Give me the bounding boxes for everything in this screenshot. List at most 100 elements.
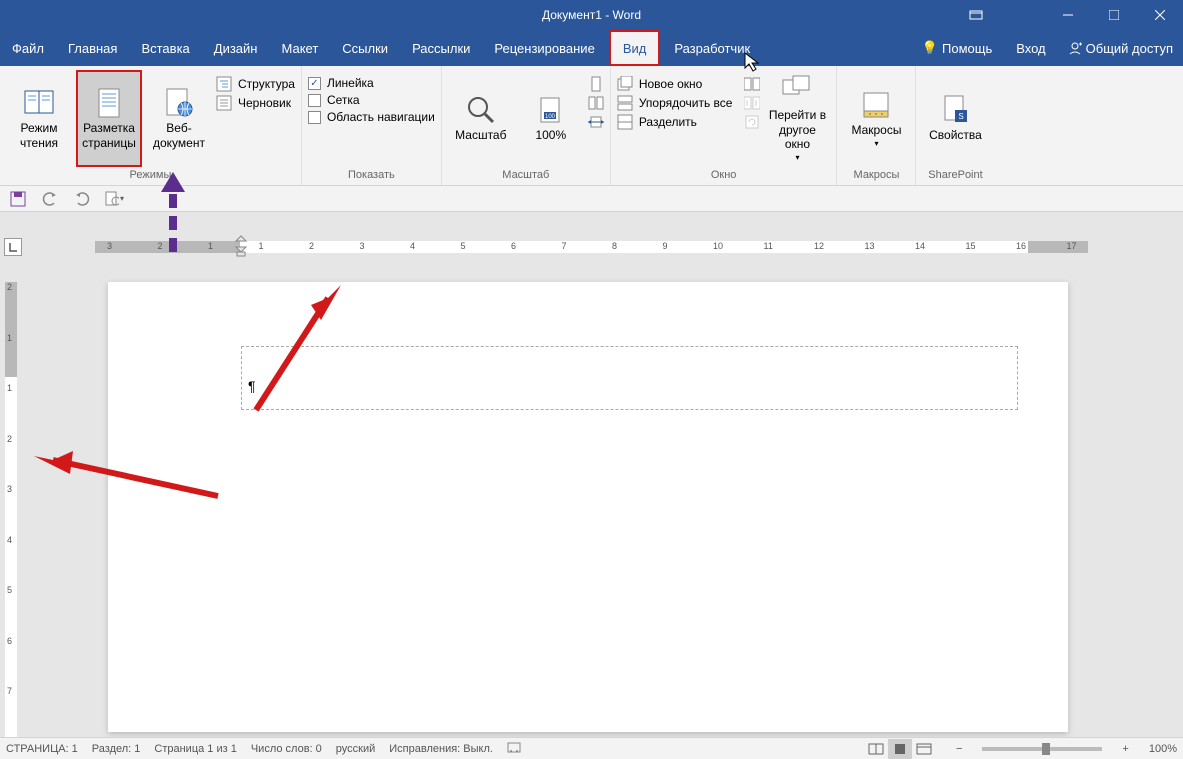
status-page-of[interactable]: Страница 1 из 1 (154, 743, 236, 755)
sync-scroll-button[interactable] (744, 95, 760, 111)
outline-button[interactable]: Структура (216, 76, 295, 92)
properties-button[interactable]: S Свойства (922, 70, 988, 167)
share-icon (1068, 41, 1082, 55)
side-by-side-button[interactable] (744, 76, 760, 92)
ribbon-options-icon (969, 10, 983, 20)
horizontal-ruler[interactable]: 3211234567891011121314151617 (95, 238, 1088, 256)
tell-me-button[interactable]: 💡 Помощь (910, 30, 1004, 66)
redo-icon (74, 191, 90, 207)
save-button[interactable] (8, 189, 28, 209)
web-layout-view-button[interactable] (912, 739, 936, 759)
new-window-button[interactable]: Новое окно (617, 76, 733, 92)
print-preview-icon (104, 191, 119, 207)
status-language[interactable]: русский (336, 743, 375, 755)
indent-marker-icon[interactable] (235, 235, 247, 257)
share-button[interactable]: Общий доступ (1058, 30, 1183, 66)
macro-record-icon (507, 740, 521, 754)
svg-text:100: 100 (545, 114, 556, 120)
multi-page-button[interactable] (588, 95, 604, 111)
ruler-number: 2 (309, 241, 314, 251)
ribbon-group-zoom: Масштаб 100 100% Масштаб (442, 66, 611, 185)
switch-windows-button[interactable]: Перейти в другое окно ▾ (764, 70, 830, 167)
zoom-100-button[interactable]: 100 100% (518, 70, 584, 167)
tab-developer[interactable]: Разработчик (662, 30, 762, 66)
split-button[interactable]: Разделить (617, 114, 733, 130)
zoom-slider[interactable] (982, 747, 1102, 751)
print-layout-label: Разметка страницы (80, 121, 138, 150)
tab-file[interactable]: Файл (0, 30, 56, 66)
one-page-button[interactable] (588, 76, 604, 92)
ruler-number: 1 (208, 241, 213, 251)
ruler-checkbox[interactable]: Линейка (308, 76, 435, 90)
ruler-number: 2 (7, 434, 12, 444)
tab-home[interactable]: Главная (56, 30, 129, 66)
chevron-down-icon: ▾ (874, 139, 878, 149)
vertical-ruler[interactable]: 211234567 (0, 282, 22, 737)
status-word-count[interactable]: Число слов: 0 (251, 743, 322, 755)
arrange-all-button[interactable]: Упорядочить все (617, 95, 733, 111)
zoom-thumb[interactable] (1042, 743, 1050, 755)
split-label: Разделить (639, 115, 697, 129)
document-area: 3211234567891011121314151617 211234567 ¶ (0, 212, 1183, 737)
status-page[interactable]: СТРАНИЦА: 1 (6, 743, 78, 755)
share-label: Общий доступ (1086, 41, 1173, 56)
draft-button[interactable]: Черновик (216, 95, 295, 111)
navpane-checkbox[interactable]: Область навигации (308, 110, 435, 124)
close-icon (1155, 10, 1165, 20)
ruler-number: 9 (663, 241, 668, 251)
redo-button[interactable] (72, 189, 92, 209)
macros-button[interactable]: Макросы ▾ (843, 70, 909, 167)
close-button[interactable] (1137, 0, 1183, 30)
gridlines-checkbox[interactable]: Сетка (308, 93, 435, 107)
document-page[interactable]: ¶ (108, 282, 1068, 732)
maximize-button[interactable] (1091, 0, 1137, 30)
chevron-down-icon: ▾ (795, 153, 799, 163)
tab-view[interactable]: Вид (609, 30, 661, 66)
zoom-in-button[interactable]: + (1116, 743, 1134, 755)
zoom-level[interactable]: 100% (1149, 743, 1177, 755)
header-area[interactable] (241, 346, 1018, 410)
ribbon-group-views: Режим чтения Разметка страницы Веб-докум… (0, 66, 302, 185)
reset-window-button[interactable] (744, 114, 760, 130)
tab-mailings[interactable]: Рассылки (400, 30, 482, 66)
web-layout-button[interactable]: Веб-документ (146, 70, 212, 167)
macro-record-button[interactable] (507, 740, 521, 757)
read-mode-view-button[interactable] (864, 739, 888, 759)
checkbox-icon (308, 77, 321, 90)
print-preview-button[interactable]: ▾ (104, 189, 124, 209)
ruler-number: 3 (107, 241, 112, 251)
print-layout-button[interactable]: Разметка страницы (76, 70, 142, 167)
status-section[interactable]: Раздел: 1 (92, 743, 141, 755)
ribbon-group-show: Линейка Сетка Область навигации Показать (302, 66, 442, 185)
new-window-label: Новое окно (639, 77, 703, 91)
ruler-number: 15 (966, 241, 976, 251)
undo-button[interactable] (40, 189, 60, 209)
page-width-button[interactable] (588, 114, 604, 130)
tab-layout[interactable]: Макет (269, 30, 330, 66)
sharepoint-group-label: SharePoint (922, 167, 988, 185)
tab-selector[interactable] (4, 238, 22, 256)
status-track-changes[interactable]: Исправления: Выкл. (389, 743, 493, 755)
tab-design[interactable]: Дизайн (202, 30, 270, 66)
zoom-out-button[interactable]: − (950, 743, 968, 755)
zoom-button[interactable]: Масштаб (448, 70, 514, 167)
chevron-down-icon: ▾ (120, 194, 124, 203)
ribbon-display-options-button[interactable] (953, 0, 999, 30)
macros-icon (860, 89, 892, 121)
print-layout-view-button[interactable] (888, 739, 912, 759)
tab-review[interactable]: Рецензирование (482, 30, 606, 66)
hundred-percent-icon: 100 (535, 94, 567, 126)
read-mode-button[interactable]: Режим чтения (6, 70, 72, 167)
magnifier-icon (465, 94, 497, 126)
login-button[interactable]: Вход (1004, 30, 1057, 66)
minimize-button[interactable] (1045, 0, 1091, 30)
checkbox-icon (308, 111, 321, 124)
ruler-number: 13 (865, 241, 875, 251)
ruler-number: 14 (915, 241, 925, 251)
ruler-number: 1 (259, 241, 264, 251)
tab-references[interactable]: Ссылки (330, 30, 400, 66)
reset-window-icon (744, 114, 760, 130)
ruler-label: Линейка (327, 76, 374, 90)
ruler-number: 5 (461, 241, 466, 251)
tab-insert[interactable]: Вставка (129, 30, 201, 66)
